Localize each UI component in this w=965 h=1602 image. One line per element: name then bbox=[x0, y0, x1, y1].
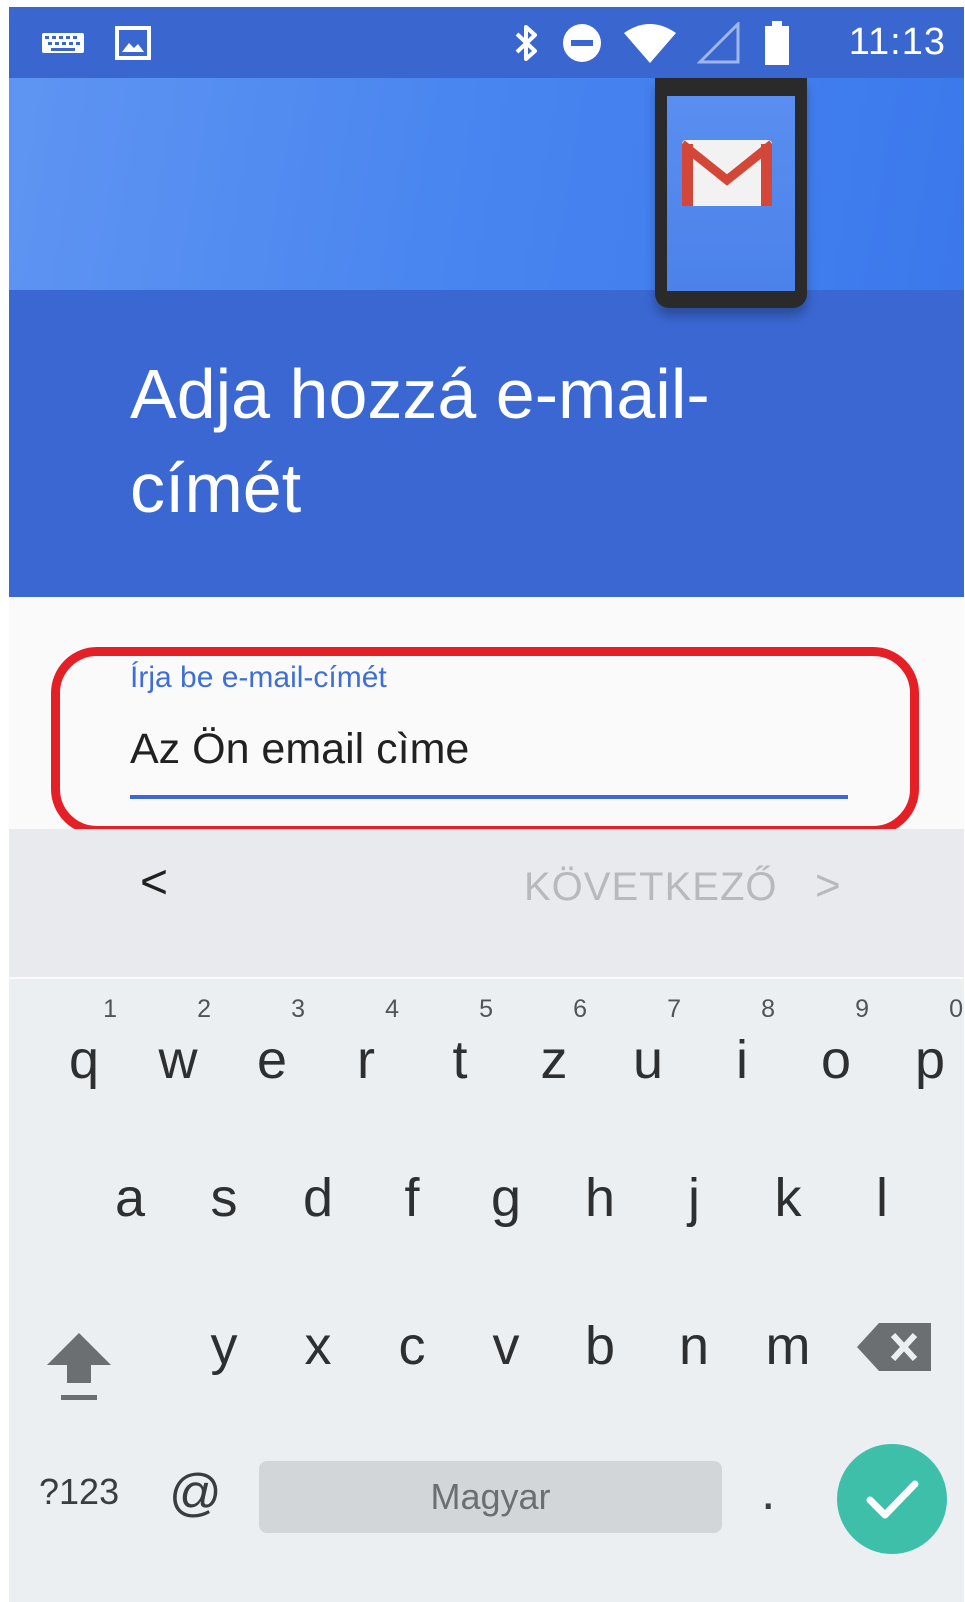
backspace-icon bbox=[857, 1323, 931, 1371]
key-o-number: 9 bbox=[855, 995, 869, 1023]
back-button[interactable]: < bbox=[124, 853, 184, 913]
key-o-char: o bbox=[820, 1030, 852, 1090]
do-not-disturb-icon bbox=[559, 7, 605, 78]
key-m-char: m bbox=[765, 1316, 811, 1376]
key-a[interactable]: a bbox=[83, 1167, 177, 1257]
backspace-key[interactable] bbox=[855, 1317, 935, 1377]
key-q-number: 1 bbox=[103, 995, 117, 1023]
key-z[interactable]: 6z bbox=[507, 989, 601, 1109]
key-w-char: w bbox=[158, 1030, 198, 1090]
key-m[interactable]: m bbox=[741, 1315, 835, 1405]
key-k-char: k bbox=[774, 1168, 802, 1228]
key-x-char: x bbox=[304, 1316, 332, 1376]
key-c[interactable]: c bbox=[365, 1315, 459, 1405]
key-i-char: i bbox=[736, 1030, 748, 1090]
check-icon bbox=[866, 1480, 919, 1519]
key-g-char: g bbox=[490, 1168, 522, 1228]
key-i[interactable]: 8i bbox=[695, 989, 789, 1109]
email-field-highlight bbox=[51, 647, 919, 835]
status-bar: 11:13 bbox=[9, 7, 964, 78]
key-c-char: c bbox=[398, 1316, 426, 1376]
key-q[interactable]: 1q bbox=[37, 989, 131, 1109]
key-r-number: 4 bbox=[385, 995, 399, 1023]
key-y[interactable]: y bbox=[177, 1315, 271, 1405]
enter-key[interactable] bbox=[837, 1444, 947, 1554]
key-w-number: 2 bbox=[197, 995, 211, 1023]
key-n-char: n bbox=[678, 1316, 710, 1376]
status-time: 11:13 bbox=[848, 21, 946, 63]
key-e-number: 3 bbox=[291, 995, 305, 1023]
battery-icon bbox=[761, 7, 793, 78]
key-t[interactable]: 5t bbox=[413, 989, 507, 1109]
space-key[interactable]: Magyar bbox=[259, 1461, 722, 1533]
key-s-char: s bbox=[210, 1168, 238, 1228]
page-title-line1: Adja hozzá e-mail- bbox=[130, 355, 710, 433]
key-t-number: 5 bbox=[479, 995, 493, 1023]
key-d[interactable]: d bbox=[271, 1167, 365, 1257]
page-title: Adja hozzá e-mail- címét bbox=[130, 347, 930, 535]
key-f-char: f bbox=[404, 1168, 420, 1228]
period-key[interactable]: . bbox=[761, 1462, 775, 1522]
key-b-char: b bbox=[584, 1316, 616, 1376]
key-y-char: y bbox=[210, 1316, 238, 1376]
key-i-number: 8 bbox=[761, 995, 775, 1023]
key-l-char: l bbox=[876, 1168, 888, 1228]
key-b[interactable]: b bbox=[553, 1315, 647, 1405]
key-o[interactable]: 9o bbox=[789, 989, 883, 1109]
key-z-number: 6 bbox=[573, 995, 587, 1023]
app-frame: 11:13 Adja hozzá e-mail- címét Írja be e… bbox=[9, 7, 964, 1602]
header-banner bbox=[9, 78, 964, 290]
gmail-phone-illustration bbox=[655, 78, 807, 308]
key-j[interactable]: j bbox=[647, 1167, 741, 1257]
key-t-char: t bbox=[452, 1030, 468, 1090]
key-h-char: h bbox=[584, 1168, 616, 1228]
bluetooth-icon bbox=[509, 7, 545, 78]
shift-key[interactable] bbox=[39, 1327, 119, 1407]
next-button[interactable]: KÖVETKEZŐ bbox=[524, 865, 778, 910]
key-g[interactable]: g bbox=[459, 1167, 553, 1257]
chevron-right-icon: > bbox=[815, 861, 841, 910]
key-d-char: d bbox=[302, 1168, 334, 1228]
key-n[interactable]: n bbox=[647, 1315, 741, 1405]
key-q-char: q bbox=[68, 1030, 100, 1090]
key-x[interactable]: x bbox=[271, 1315, 365, 1405]
key-v-char: v bbox=[492, 1316, 520, 1376]
image-icon bbox=[113, 7, 153, 78]
key-l[interactable]: l bbox=[835, 1167, 929, 1257]
symbols-key[interactable]: ?123 bbox=[39, 1471, 119, 1513]
gmail-logo-icon bbox=[682, 140, 772, 206]
at-key[interactable]: @ bbox=[169, 1463, 222, 1523]
key-u-char: u bbox=[632, 1030, 664, 1090]
key-s[interactable]: s bbox=[177, 1167, 271, 1257]
key-e[interactable]: 3e bbox=[225, 989, 319, 1109]
page-title-line2: címét bbox=[130, 449, 302, 527]
key-h[interactable]: h bbox=[553, 1167, 647, 1257]
key-a-char: a bbox=[114, 1168, 146, 1228]
wifi-icon bbox=[621, 7, 679, 78]
key-j-char: j bbox=[688, 1168, 700, 1228]
key-r-char: r bbox=[357, 1030, 375, 1090]
key-v[interactable]: v bbox=[459, 1315, 553, 1405]
key-z-char: z bbox=[540, 1030, 568, 1090]
key-r[interactable]: 4r bbox=[319, 989, 413, 1109]
key-u[interactable]: 7u bbox=[601, 989, 695, 1109]
key-k[interactable]: k bbox=[741, 1167, 835, 1257]
keyboard-icon bbox=[39, 7, 87, 78]
key-p-char: p bbox=[914, 1030, 946, 1090]
key-p[interactable]: 0p bbox=[883, 989, 964, 1109]
key-p-number: 0 bbox=[949, 995, 963, 1023]
key-e-char: e bbox=[256, 1030, 288, 1090]
key-w[interactable]: 2w bbox=[131, 989, 225, 1109]
key-u-number: 7 bbox=[667, 995, 681, 1023]
signal-icon bbox=[694, 7, 744, 78]
key-f[interactable]: f bbox=[365, 1167, 459, 1257]
shift-icon bbox=[47, 1333, 111, 1400]
